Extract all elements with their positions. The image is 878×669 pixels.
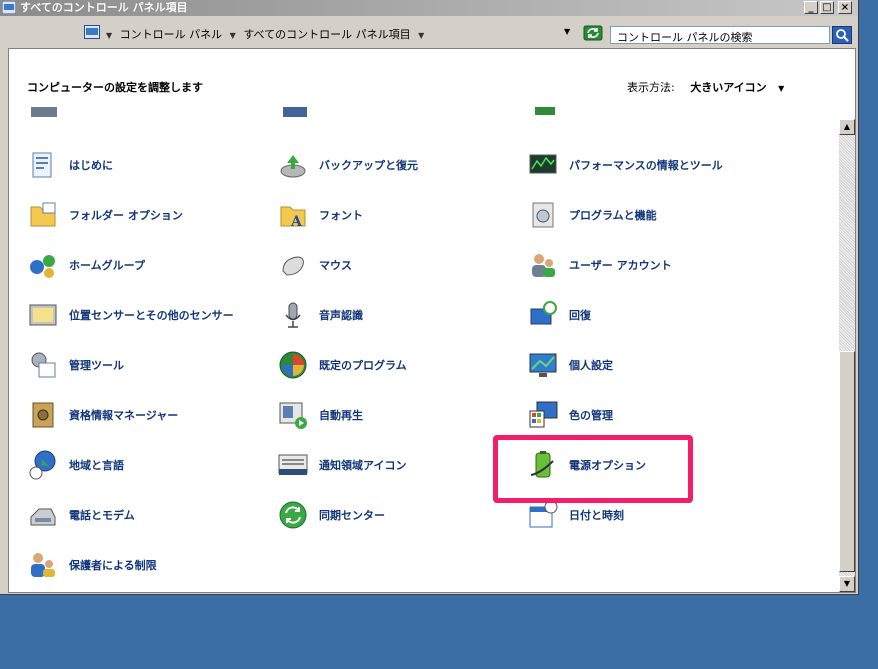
item-label: フォルダー オプション — [69, 209, 183, 222]
item-label: プログラムと機能 — [569, 209, 657, 222]
item-label: 地域と言語 — [69, 459, 124, 472]
navigation-toolbar: ▼ コントロール パネル ▼ すべてのコントロール パネル項目 ▼ ▼ コントロ… — [0, 16, 858, 48]
admin-tools-icon — [31, 352, 56, 378]
address-bar[interactable]: ▼ コントロール パネル ▼ すべてのコントロール パネル項目 ▼ ▼ — [84, 24, 584, 42]
performance-icon — [529, 154, 557, 174]
highlight-box — [493, 435, 693, 503]
view-by[interactable]: 表示方法: 大きいアイコン ▼ — [627, 79, 784, 95]
item-label: 資格情報マネージャー — [69, 409, 179, 422]
content-pane: コンピューターの設定を調整します 表示方法: 大きいアイコン ▼ ▲ ▼ はじめ — [8, 48, 856, 593]
desktop-gadgets-icon — [283, 107, 307, 117]
search-icon[interactable] — [832, 26, 852, 44]
item-label: はじめに — [69, 159, 113, 172]
folder-options-icon — [30, 202, 56, 227]
programs-features-icon — [532, 202, 554, 228]
breadcrumb-all-items[interactable]: すべてのコントロール パネル項目 — [243, 28, 410, 41]
view-by-value[interactable]: 大きいアイコン — [690, 81, 766, 94]
item-label: バックアップと復元 — [319, 159, 418, 172]
getting-started-icon — [32, 152, 52, 178]
breadcrumb-control-panel[interactable]: コントロール パネル — [120, 28, 223, 41]
address-dropdown-icon[interactable]: ▼ — [564, 27, 570, 36]
control-panel-icon — [2, 1, 16, 14]
region-language-icon — [29, 450, 56, 480]
location-sensors-icon — [29, 304, 57, 326]
item-label: 音声認識 — [319, 309, 363, 322]
view-by-label: 表示方法: — [627, 81, 675, 94]
homegroup-icon — [30, 255, 55, 278]
devices-printers-icon — [31, 107, 57, 117]
parental-controls-icon — [31, 553, 55, 577]
date-time-icon — [529, 500, 558, 528]
svg-text:A: A — [290, 214, 303, 230]
minimize-button[interactable]: _ — [804, 1, 818, 14]
title-bar[interactable]: すべてのコントロール パネル項目 _ □ × — [0, 0, 858, 16]
personalization-icon — [529, 353, 557, 377]
control-panel-icon — [84, 25, 100, 39]
control-panel-window: すべてのコントロール パネル項目 _ □ × ▼ コントロール パネル ▼ すべ… — [0, 0, 859, 595]
scroll-up-button[interactable]: ▲ — [839, 119, 855, 135]
credential-manager-icon — [32, 402, 54, 428]
window-title: すべてのコントロール パネル項目 — [20, 1, 188, 14]
item-label: 位置センサーとその他のセンサー — [69, 309, 234, 322]
close-button[interactable]: × — [838, 1, 852, 14]
scroll-down-button[interactable]: ▼ — [839, 576, 855, 592]
speech-recognition-icon — [285, 302, 301, 328]
item-label: フォント — [319, 209, 363, 222]
item-label: 回復 — [569, 309, 591, 322]
item-label: 保護者による制限 — [69, 559, 157, 572]
phone-modem-icon — [30, 508, 56, 526]
item-label: ホームグループ — [69, 259, 146, 272]
default-programs-icon — [279, 351, 307, 379]
page-title: コンピューターの設定を調整します — [27, 81, 203, 94]
clipped-top-row — [27, 107, 839, 121]
item-label: 色の管理 — [569, 409, 613, 422]
item-label: 既定のプログラム — [319, 359, 407, 372]
item-label: マウス — [319, 259, 352, 272]
fonts-icon: A — [280, 206, 306, 230]
user-accounts-icon — [532, 254, 555, 277]
backup-restore-icon — [280, 155, 306, 178]
item-label: 個人設定 — [569, 359, 613, 372]
item-label: 電話とモデム — [69, 509, 135, 522]
item-label: 通知領域アイコン — [319, 459, 407, 472]
network-sharing-icon — [535, 107, 555, 115]
refresh-icon[interactable] — [583, 25, 607, 41]
maximize-button[interactable]: □ — [820, 1, 834, 14]
item-label: 自動再生 — [319, 409, 363, 422]
item-label: ユーザー アカウント — [569, 259, 672, 272]
chevron-right-icon[interactable]: ▼ — [106, 31, 112, 40]
item-label: 日付と時刻 — [569, 509, 624, 522]
sync-center-icon — [279, 501, 307, 529]
chevron-right-icon[interactable]: ▼ — [230, 31, 236, 40]
vertical-scrollbar[interactable]: ▲ ▼ — [839, 119, 855, 592]
color-management-icon — [529, 401, 558, 428]
search-input[interactable]: コントロール パネルの検索 — [610, 26, 830, 44]
item-label: パフォーマンスの情報とツール — [569, 159, 723, 172]
autoplay-icon — [279, 402, 307, 429]
notification-area-icon — [278, 454, 308, 475]
recovery-icon — [530, 301, 557, 325]
chevron-down-icon[interactable]: ▼ — [778, 84, 784, 93]
scroll-thumb[interactable] — [839, 351, 855, 572]
item-label: 管理ツール — [69, 359, 124, 372]
mouse-icon — [282, 256, 304, 276]
chevron-right-icon[interactable]: ▼ — [418, 31, 424, 40]
item-label: 同期センター — [319, 509, 385, 522]
